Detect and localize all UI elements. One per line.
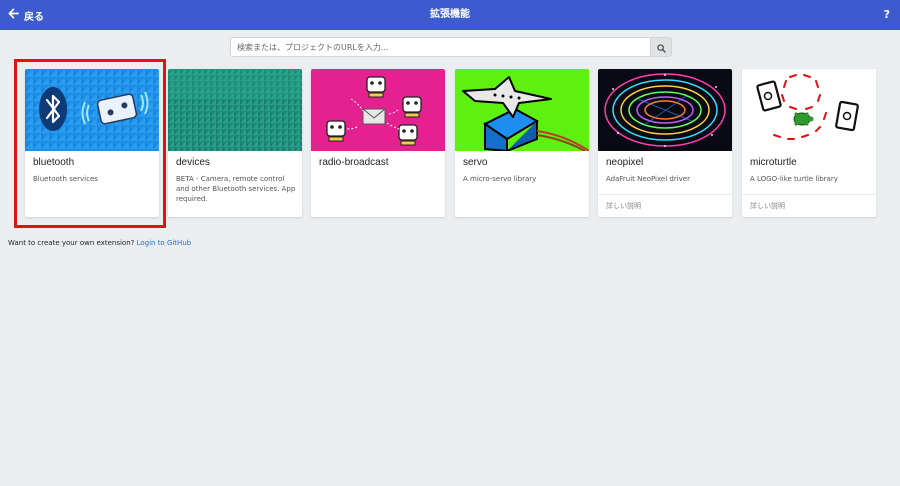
extension-card-radio-broadcast[interactable]: radio-broadcast (311, 69, 445, 217)
extension-name: microturtle (750, 157, 797, 168)
card-divider (598, 194, 732, 195)
extension-name: neopixel (606, 157, 644, 168)
search-icon (656, 38, 666, 57)
extension-card-servo[interactable]: servo A micro-servo library (455, 69, 589, 217)
extension-name: radio-broadcast (319, 157, 389, 168)
create-extension-note: Want to create your own extension? Login… (8, 239, 191, 247)
learn-more-link[interactable]: 詳しい説明 (606, 201, 641, 211)
learn-more-link[interactable]: 詳しい説明 (750, 201, 785, 211)
create-extension-text: Want to create your own extension? (8, 239, 135, 247)
search-bar (230, 37, 672, 57)
card-divider (742, 194, 876, 195)
selection-highlight-box (14, 59, 166, 228)
microturtle-card-image (742, 69, 876, 151)
devices-card-image (168, 69, 302, 151)
envelope-icon (362, 108, 386, 125)
extension-description: AdaFruit NeoPixel driver (606, 175, 690, 183)
neopixel-card-image (598, 69, 732, 151)
extension-name: devices (176, 157, 210, 168)
github-login-link[interactable]: Login to GitHub (137, 239, 192, 247)
top-bar: 戻る 拡張機能 ? (0, 0, 900, 30)
extension-description: A micro-servo library (463, 175, 537, 183)
radio-broadcast-card-image (311, 69, 445, 151)
search-input[interactable] (230, 37, 650, 57)
help-button[interactable]: ? (884, 0, 890, 30)
extension-card-microturtle[interactable]: microturtle A LOGO-like turtle library 詳… (742, 69, 876, 217)
extension-card-devices[interactable]: devices BETA - Camera, remote control an… (168, 69, 302, 217)
extension-card-neopixel[interactable]: neopixel AdaFruit NeoPixel driver 詳しい説明 (598, 69, 732, 217)
page-title: 拡張機能 (430, 9, 470, 20)
extension-description: A LOGO-like turtle library (750, 175, 838, 183)
extension-description: BETA - Camera, remote control and other … (176, 175, 296, 203)
search-button[interactable] (650, 37, 672, 57)
extension-name: servo (463, 157, 488, 168)
servo-card-image (455, 69, 589, 151)
